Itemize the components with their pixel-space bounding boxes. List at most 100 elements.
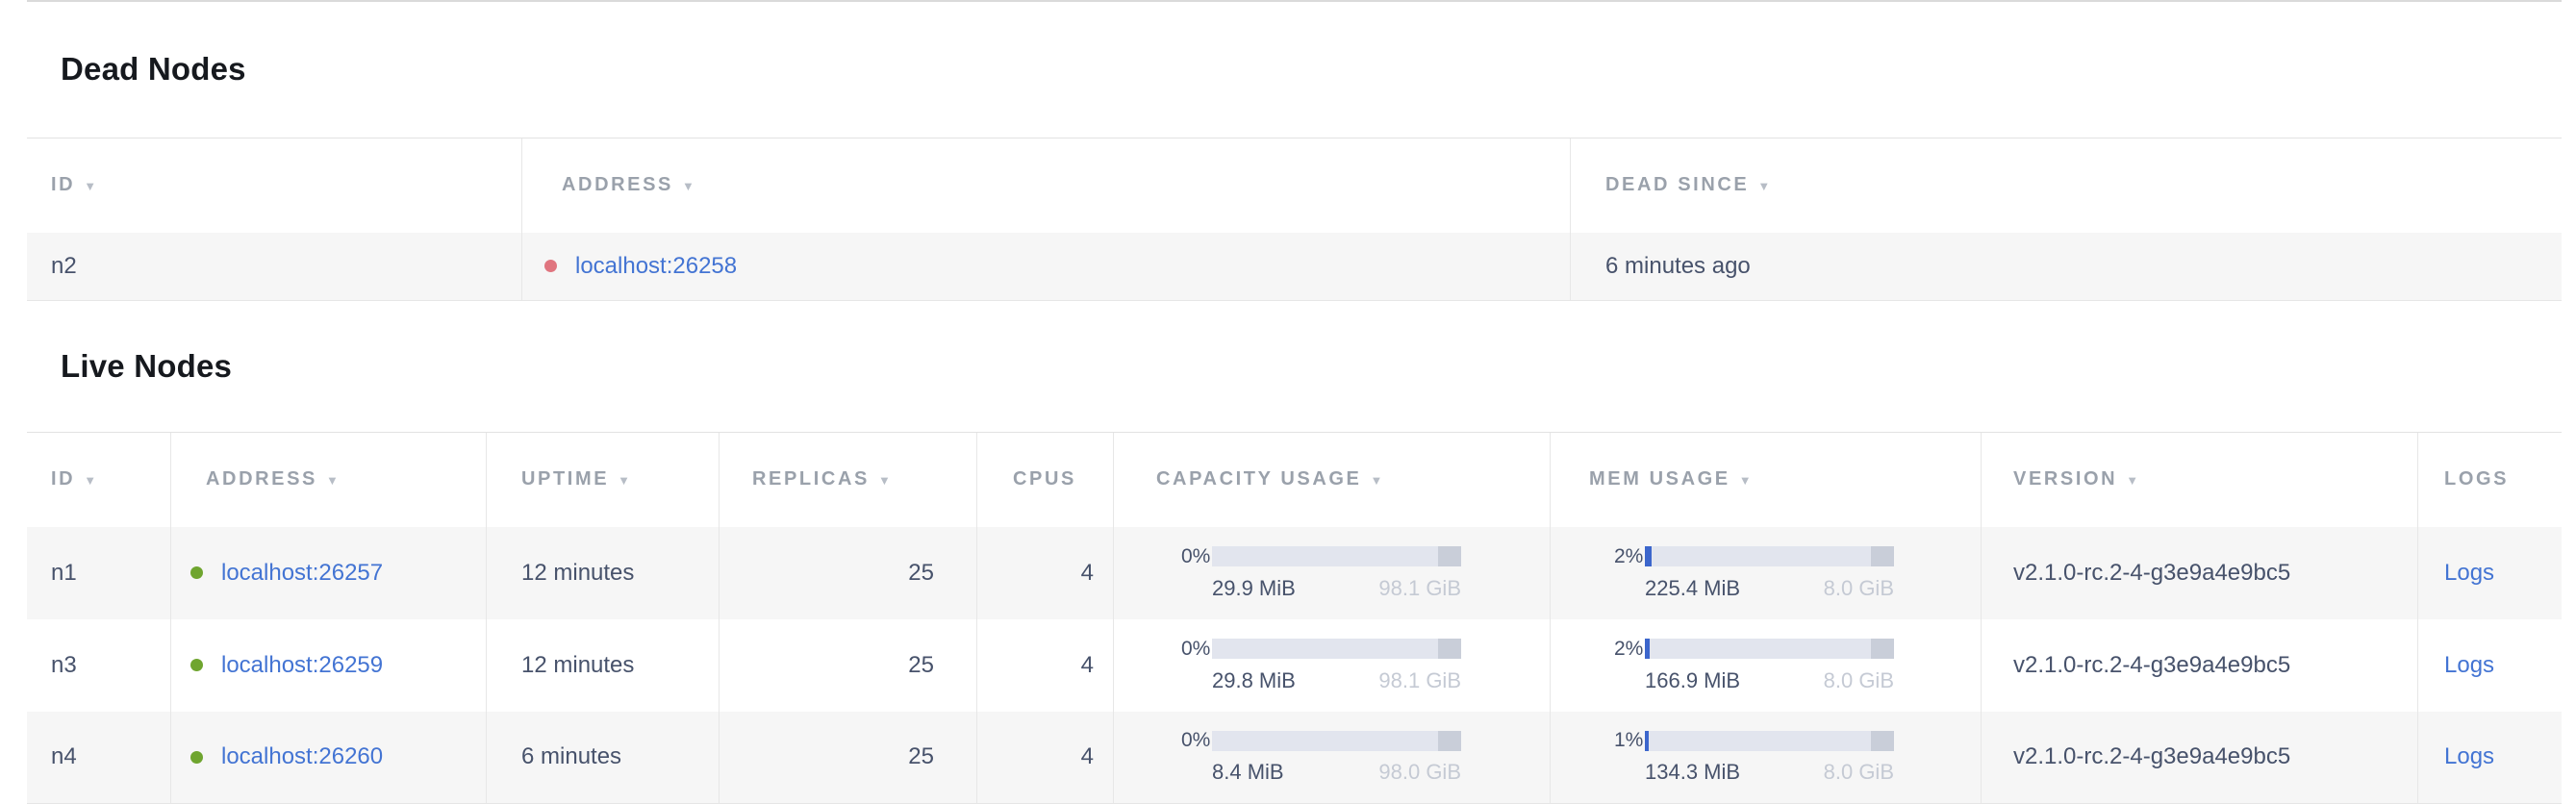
address-link[interactable]: localhost:26259 [221, 652, 383, 679]
used-value: 29.9 MiB [1212, 576, 1296, 601]
address-link[interactable]: localhost:26258 [575, 253, 737, 280]
total-value: 98.1 GiB [1378, 668, 1461, 693]
usage-bar-memory: 2%166.9 MiB8.0 GiB [1614, 638, 1894, 693]
cell-value: n1 [51, 560, 77, 587]
column-header-label: ID [51, 174, 75, 196]
usage-bar-capacity: 0% 8.4 MiB98.0 GiB [1181, 729, 1461, 785]
usage-percent: 1% [1614, 729, 1645, 752]
column-header-id[interactable]: ID ▼ [27, 138, 521, 233]
total-value: 8.0 GiB [1824, 760, 1894, 785]
usage-bar-endcap [1871, 639, 1894, 659]
usage-labels: 29.8 MiB98.1 GiB [1212, 668, 1461, 693]
dead-node-row: n2 localhost:26258 6 minutes ago [27, 233, 2562, 301]
sort-desc-icon: ▼ [84, 179, 96, 193]
usage-bar-line: 1% [1614, 729, 1894, 752]
cell-logs: Logs [2417, 712, 2562, 803]
cell-version: v2.1.0-rc.2-4-g3e9a4e9bc5 [1981, 527, 2417, 619]
column-header-label: ADDRESS [562, 174, 673, 196]
total-value: 98.1 GiB [1378, 576, 1461, 601]
usage-labels: 8.4 MiB98.0 GiB [1212, 760, 1461, 785]
usage-bar-endcap [1871, 546, 1894, 566]
address-link[interactable]: localhost:26257 [221, 560, 383, 587]
used-value: 8.4 MiB [1212, 760, 1284, 785]
address-link[interactable]: localhost:26260 [221, 743, 383, 770]
dead-nodes-title: Dead Nodes [27, 28, 2562, 111]
usage-percent: 2% [1614, 638, 1645, 661]
cell-address: localhost:26257 [170, 527, 486, 619]
cell-memory: 2%166.9 MiB8.0 GiB [1550, 619, 1981, 712]
column-header-address[interactable]: ADDRESS▼ [170, 433, 486, 527]
cell-uptime: 12 minutes [486, 527, 719, 619]
used-value: 225.4 MiB [1645, 576, 1740, 601]
column-header-label: ID [51, 468, 75, 490]
usage-bar-line: 0% [1181, 638, 1461, 661]
dead-header-row: ID ▼ ADDRESS▼ DEAD SINCE ▼ [27, 138, 2562, 233]
logs-link[interactable]: Logs [2444, 743, 2494, 770]
cell-value: v2.1.0-rc.2-4-g3e9a4e9bc5 [2013, 560, 2290, 587]
usage-labels: 134.3 MiB 8.0 GiB [1645, 760, 1894, 785]
used-value: 166.9 MiB [1645, 668, 1740, 693]
cell-value: 25 [908, 560, 934, 587]
cell-value: 6 minutes [521, 743, 621, 770]
sort-desc-icon: ▼ [1739, 473, 1752, 488]
cell-value: n4 [51, 743, 77, 770]
cell-address: localhost:26259 [170, 619, 486, 712]
column-header-dead_since[interactable]: DEAD SINCE ▼ [1570, 138, 2562, 233]
column-header-capacity[interactable]: CAPACITY USAGE▼ [1113, 433, 1550, 527]
logs-link[interactable]: Logs [2444, 560, 2494, 587]
cell-logs: Logs [2417, 619, 2562, 712]
live-nodes-table: ID▼ADDRESS▼UPTIME▼REPLICAS▼CPUSCAPACITY … [27, 432, 2562, 804]
cell-dead_since: 6 minutes ago [1570, 233, 2562, 300]
usage-bar-fill [1645, 639, 1650, 659]
status-dot-icon [190, 659, 203, 671]
usage-bar-track [1212, 546, 1461, 566]
cell-replicas: 25 [719, 527, 976, 619]
column-header-label: LOGS [2444, 468, 2509, 490]
usage-percent: 0% [1181, 638, 1212, 661]
cell-address: localhost:26260 [170, 712, 486, 803]
column-header-version[interactable]: VERSION▼ [1981, 433, 2417, 527]
column-header-id[interactable]: ID▼ [27, 433, 170, 527]
cell-value: 25 [908, 743, 934, 770]
live-header-row: ID▼ADDRESS▼UPTIME▼REPLICAS▼CPUSCAPACITY … [27, 432, 2562, 527]
column-header-memory[interactable]: MEM USAGE▼ [1550, 433, 1981, 527]
cell-cpus: 4 [976, 712, 1113, 803]
cell-value: n3 [51, 652, 77, 679]
usage-bar-endcap [1871, 731, 1894, 751]
usage-bar-line: 0% [1181, 729, 1461, 752]
column-header-address[interactable]: ADDRESS▼ [521, 138, 1570, 233]
usage-labels: 29.9 MiB 98.1 GiB [1212, 576, 1461, 601]
column-header-label: CAPACITY USAGE [1156, 468, 1361, 490]
live-node-row: n3localhost:2625912 minutes2540%29.8 MiB… [27, 619, 2562, 712]
cell-replicas: 25 [719, 712, 976, 803]
column-header-replicas[interactable]: REPLICAS▼ [719, 433, 976, 527]
logs-link[interactable]: Logs [2444, 652, 2494, 679]
cell-value: 4 [1081, 652, 1094, 679]
cell-value: v2.1.0-rc.2-4-g3e9a4e9bc5 [2013, 743, 2290, 770]
dead-nodes-table: ID ▼ ADDRESS▼ DEAD SINCE ▼ n2 localhost:26258 6… [27, 138, 2562, 301]
cell-value: 12 minutes [521, 560, 634, 587]
sort-desc-icon: ▼ [618, 473, 630, 488]
usage-bar-endcap [1438, 639, 1461, 659]
usage-labels: 225.4 MiB8.0 GiB [1645, 576, 1894, 601]
usage-bar-capacity: 0% 29.9 MiB 98.1 GiB [1181, 545, 1461, 601]
status-dot-icon [190, 566, 203, 579]
cell-id: n1 [27, 527, 170, 619]
column-header-label: CPUS [1013, 468, 1076, 490]
usage-bar-memory: 1%134.3 MiB 8.0 GiB [1614, 729, 1894, 785]
sort-desc-icon: ▼ [1757, 179, 1770, 193]
cell-address: localhost:26258 [521, 233, 1570, 300]
column-header-label: DEAD SINCE [1605, 174, 1749, 196]
nodes-overview-page: Dead Nodes ID▼ADDRESS▼DEAD SINCE▼n2local… [27, 0, 2562, 804]
cell-cpus: 4 [976, 619, 1113, 712]
cell-version: v2.1.0-rc.2-4-g3e9a4e9bc5 [1981, 712, 2417, 803]
column-header-uptime[interactable]: UPTIME▼ [486, 433, 719, 527]
used-value: 134.3 MiB [1645, 760, 1740, 785]
cell-cpus: 4 [976, 527, 1113, 619]
sort-desc-icon: ▼ [326, 473, 339, 488]
dead-nodes-section: Dead Nodes ID ▼ ADDRESS▼ DEAD SINCE ▼ n2 local… [27, 28, 2562, 300]
cell-id: n2 [27, 233, 521, 300]
usage-bar-line: 0% [1181, 545, 1461, 568]
column-header-cpus: CPUS [976, 433, 1113, 527]
column-header-label: VERSION [2013, 468, 2117, 490]
